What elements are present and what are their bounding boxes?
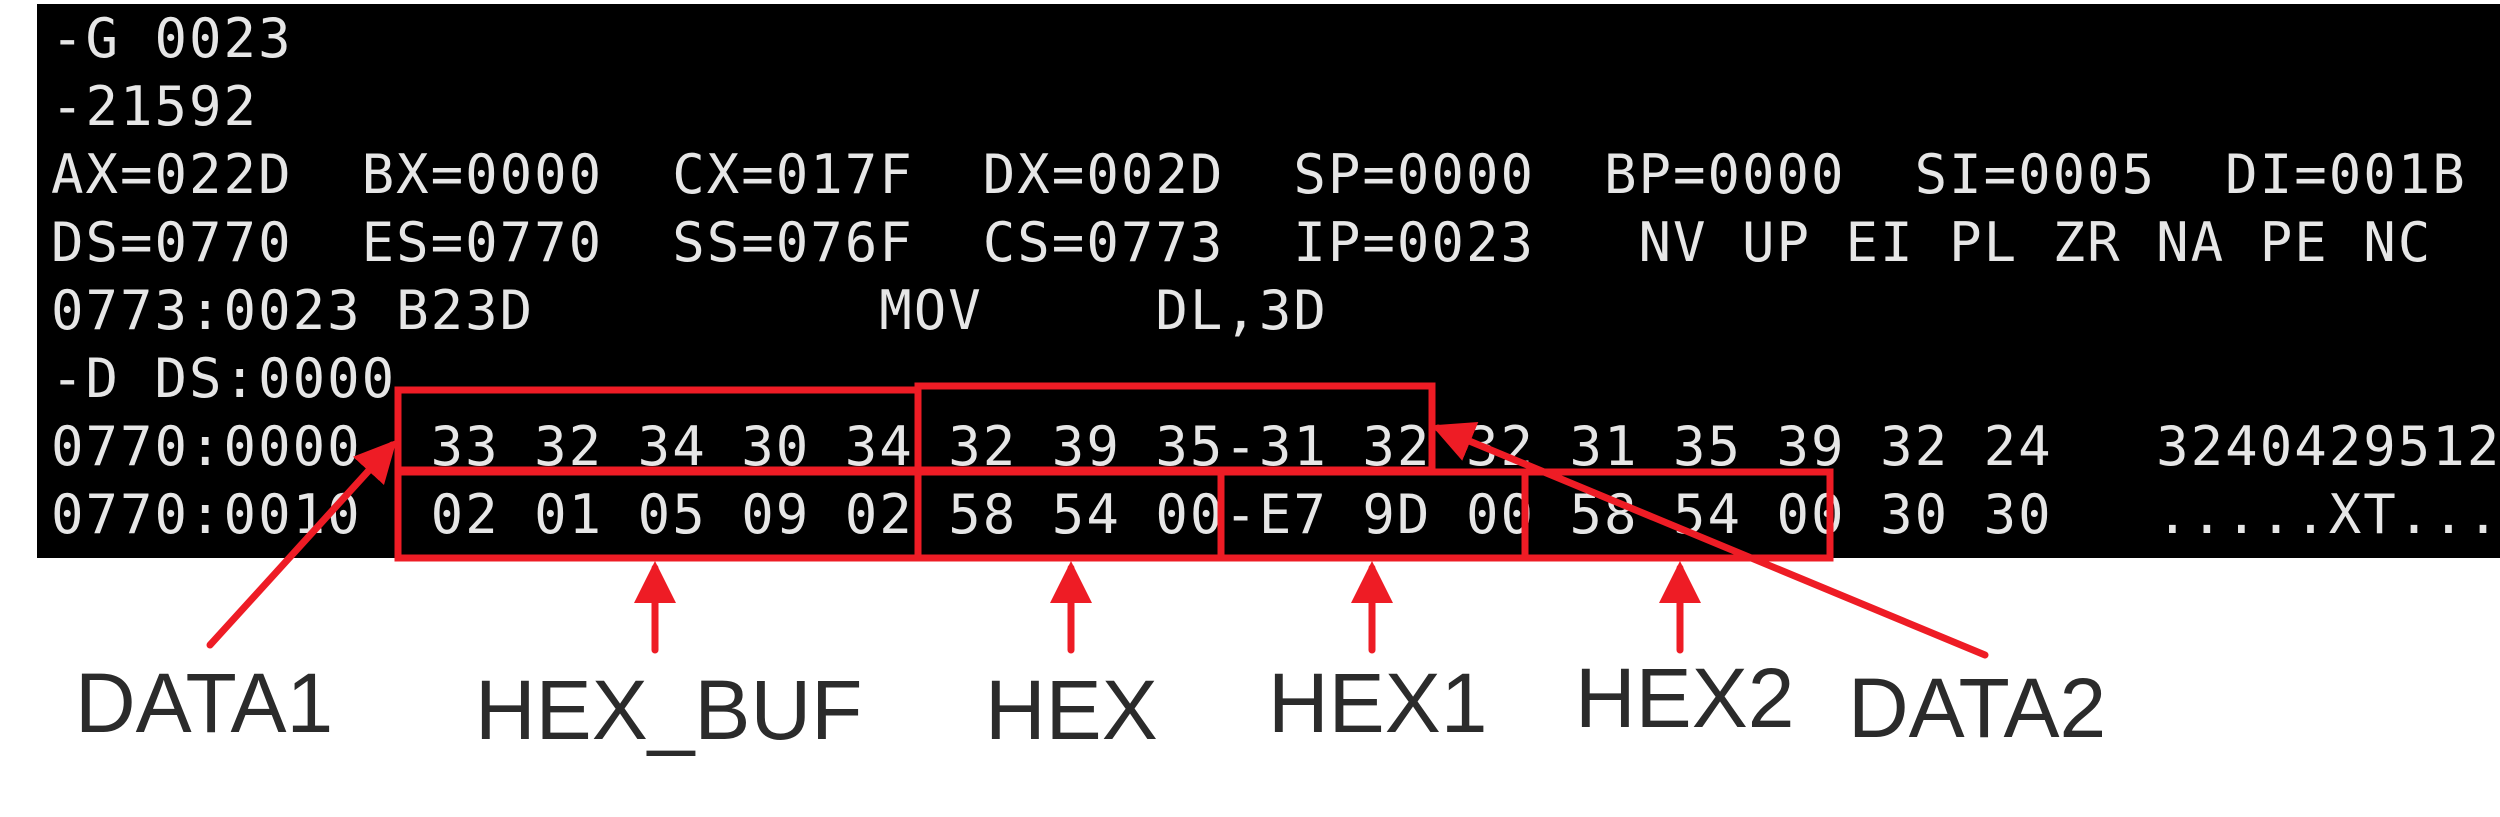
label-hex: HEX	[985, 663, 1158, 757]
terminal-line-8: 0770:0010 02 01 05 09 02 58 54 00-E7 9D …	[51, 483, 2500, 546]
terminal-line-1: -G 0023	[51, 7, 293, 70]
terminal-line-5: 0773:0023 B23D MOV DL,3D	[51, 279, 1328, 342]
terminal-line-2: -21592	[51, 75, 259, 138]
label-hex2: HEX2	[1575, 651, 1795, 745]
terminal-line-7: 0770:0000 33 32 34 30 34 32 39 35-31 32 …	[51, 415, 2500, 478]
terminal-window[interactable]: -G 0023 -21592 AX=022D BX=0000 CX=017F D…	[37, 4, 2500, 558]
terminal-line-4: DS=0770 ES=0770 SS=076F CS=0773 IP=0023 …	[51, 211, 2433, 274]
terminal-line-3: AX=022D BX=0000 CX=017F DX=002D SP=0000 …	[51, 143, 2467, 206]
label-data2: DATA2	[1848, 661, 2107, 755]
label-hex1: HEX1	[1268, 656, 1488, 750]
terminal-line-6: -D DS:0000	[51, 347, 397, 410]
label-data1: DATA1	[75, 656, 334, 750]
label-hex-buf: HEX_BUF	[475, 663, 863, 757]
